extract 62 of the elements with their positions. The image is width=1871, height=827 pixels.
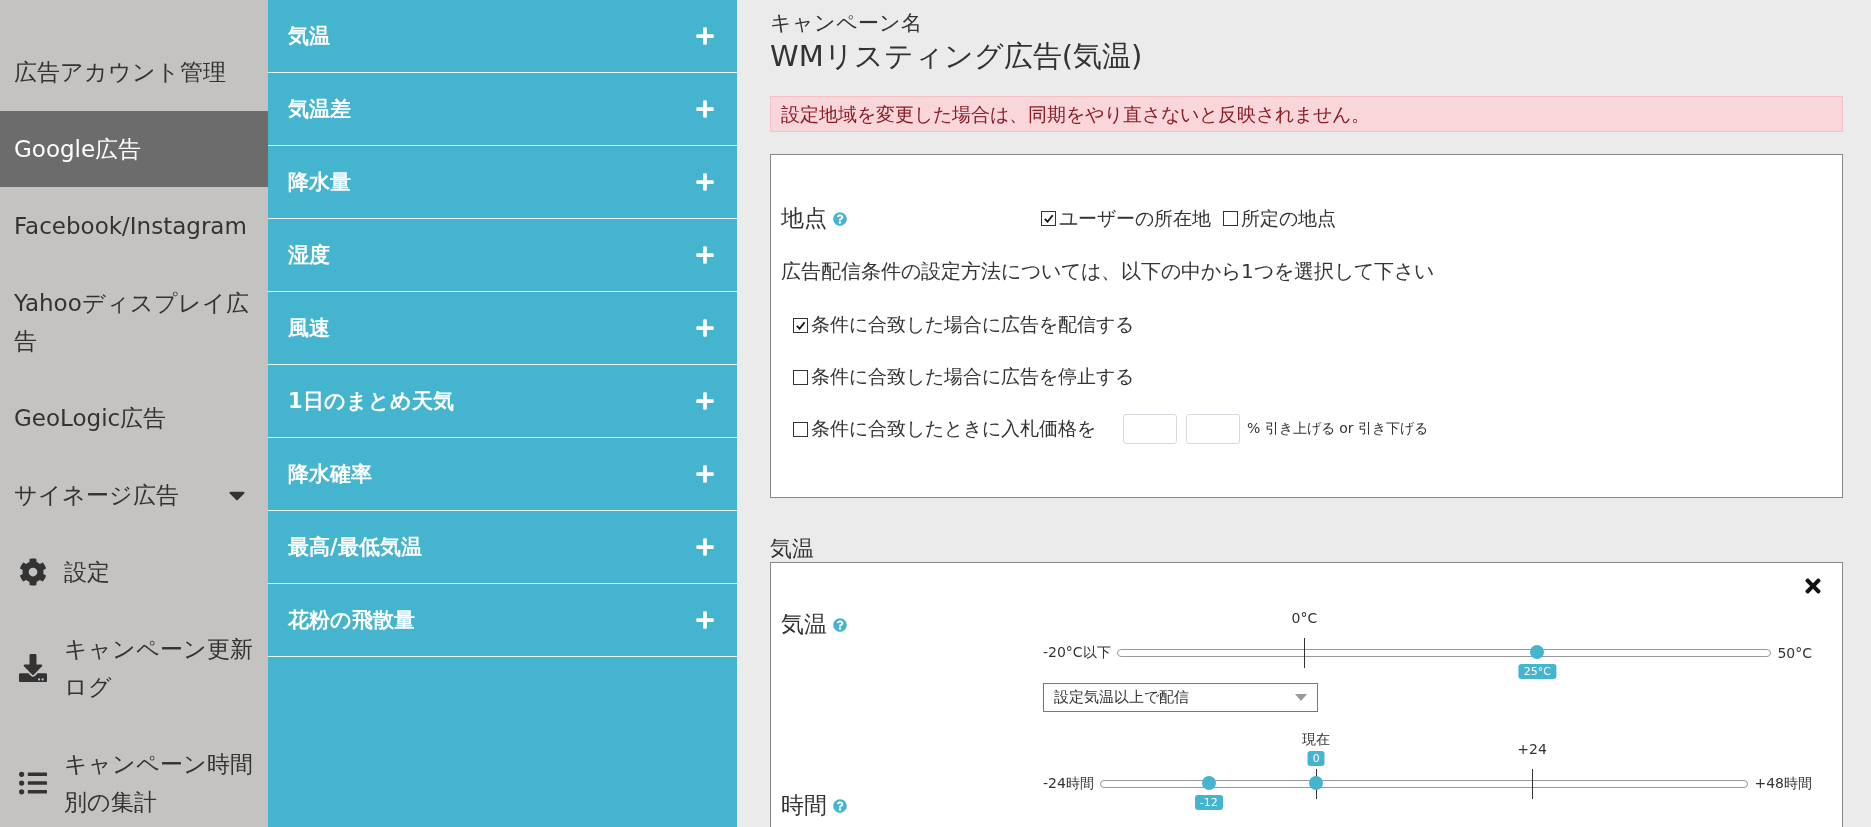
option-label: ユーザーの所在地 (1059, 205, 1211, 231)
plus-icon (695, 99, 715, 119)
plus-icon (695, 391, 715, 411)
campaign-name: WMリスティング広告(気温) (770, 38, 1144, 75)
checkbox[interactable] (1223, 211, 1238, 226)
value-badge: -12 (1194, 795, 1223, 810)
checkbox[interactable] (1041, 211, 1056, 226)
section-title: 気温 (770, 536, 815, 562)
value-badge: 25°C (1518, 664, 1556, 679)
option-label: 条件に合致したときに入札価格を (811, 416, 1096, 441)
input-field[interactable] (1186, 414, 1240, 444)
min-label: -20°C以下 (1043, 644, 1111, 662)
plus-icon (695, 464, 715, 484)
option-label: 所定の地点 (1241, 205, 1336, 231)
tick-label: 現在 (1302, 731, 1331, 749)
tick-mark (1304, 638, 1306, 668)
plus-icon (695, 172, 715, 192)
campaign-caption: キャンペーン名 (770, 10, 923, 36)
sidebar-item[interactable]: キャンペーン更新ログ (0, 611, 268, 725)
sidebar-item[interactable]: 設定 (0, 534, 268, 610)
field-label: 時間 (781, 791, 827, 820)
plus-icon (695, 26, 715, 46)
help-icon[interactable] (833, 211, 847, 226)
tick-label: 0°C (1291, 610, 1318, 626)
plus-icon (695, 318, 715, 338)
plus-icon (695, 537, 715, 557)
sidebar-item[interactable]: Facebook/Instagram (0, 188, 268, 264)
dropdown[interactable]: 設定気温以上で配信 (1043, 683, 1318, 712)
slider-thumb[interactable] (1309, 776, 1324, 790)
slider-thumb[interactable] (1201, 776, 1216, 790)
checkbox[interactable] (793, 421, 808, 437)
max-label: +48時間 (1754, 775, 1812, 793)
caret-icon (1295, 694, 1307, 701)
option-label: 条件に合致した場合に広告を停止する (811, 364, 1134, 389)
sidebar-item[interactable]: 広告アカウント管理 (0, 34, 268, 110)
plus-icon (695, 245, 715, 265)
plus-icon (695, 610, 715, 630)
value-badge: 0 (1307, 751, 1325, 766)
input-field[interactable] (1123, 414, 1177, 444)
suffix-text: % 引き上げる or 引き下げる (1247, 420, 1428, 438)
field-label: 気温 (781, 610, 827, 639)
settings-icon (19, 558, 47, 586)
slider-thumb[interactable] (1530, 645, 1545, 659)
list-icon (19, 769, 47, 797)
min-label: -24時間 (1043, 775, 1094, 793)
tick-mark (1532, 769, 1534, 799)
tick-label: +24 (1517, 741, 1547, 757)
field-label: 地点 (781, 204, 827, 233)
help-icon[interactable] (833, 617, 847, 632)
help-icon[interactable] (833, 798, 847, 813)
sidebar-item[interactable]: サイネージ広告 (0, 457, 268, 533)
checkbox[interactable] (793, 317, 808, 333)
checkbox[interactable] (793, 369, 808, 385)
alert-message: 設定地域を変更した場合は、同期をやり直さないと反映されません。 (770, 96, 1843, 132)
instruction-text: 広告配信条件の設定方法については、以下の中から1つを選択して下さい (781, 258, 1435, 285)
max-label: 50°C (1777, 645, 1812, 661)
option-label: 条件に合致した場合に広告を配信する (811, 312, 1134, 337)
sidebar-item[interactable]: GeoLogic広告 (0, 380, 268, 456)
sidebar-item[interactable]: Google広告 (0, 111, 268, 187)
sidebar-item[interactable]: キャンペーン時間別の集計 (0, 726, 268, 827)
download-icon (19, 654, 47, 682)
sidebar-item[interactable]: Yahooディスプレイ広告 (0, 265, 268, 379)
